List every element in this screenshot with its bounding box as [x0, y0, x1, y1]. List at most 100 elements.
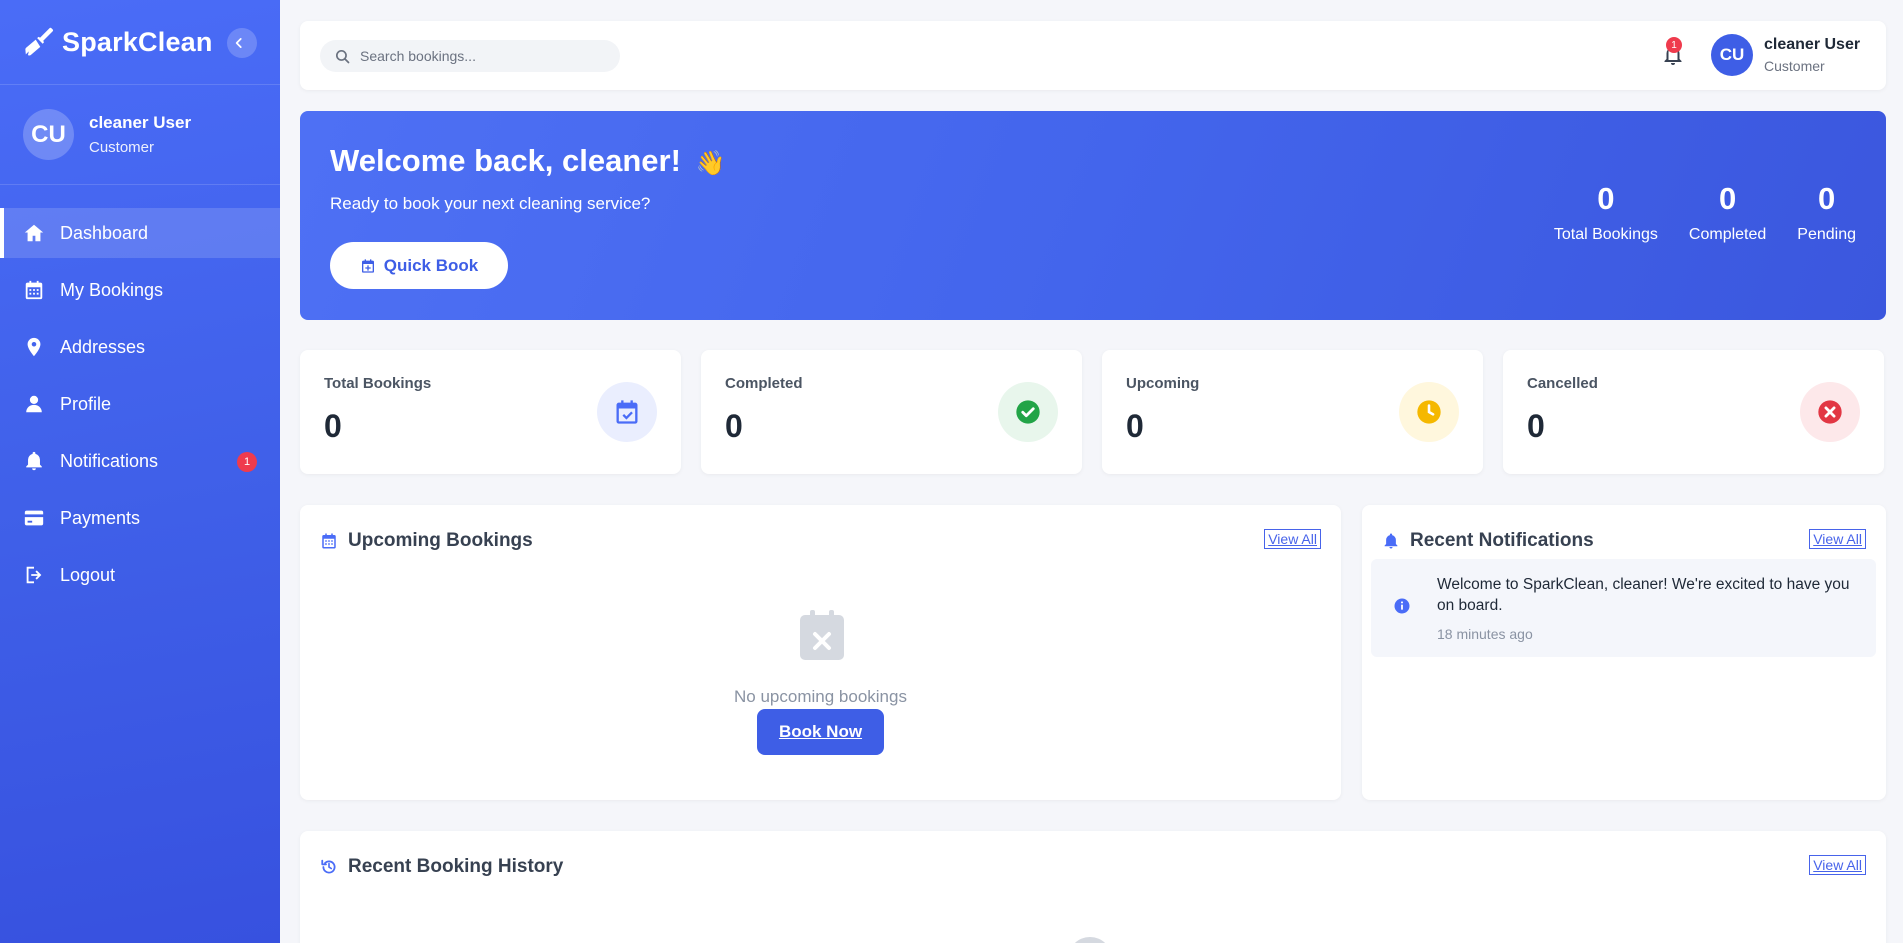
sidebar-item-label: Notifications: [60, 450, 159, 471]
view-all-history-button[interactable]: View All: [1809, 855, 1866, 875]
stat-card-value: 0: [324, 408, 342, 444]
sidebar-item-my-bookings[interactable]: My Bookings: [0, 265, 280, 315]
hero-stat-label: Completed: [1688, 226, 1767, 243]
info-icon: [1394, 598, 1410, 614]
chevron-left-icon: [235, 38, 242, 48]
brand: SparkClean: [0, 0, 280, 85]
empty-state-text: No upcoming bookings: [734, 687, 907, 706]
calendar-x-icon: [800, 610, 844, 660]
welcome-title: Welcome back, cleaner! 👋: [330, 143, 725, 179]
panel-title: Upcoming Bookings: [320, 530, 533, 552]
stat-card-completed: Completed 0: [701, 350, 1082, 474]
sidebar-nav: Dashboard My Bookings Addresses Profile …: [0, 208, 280, 600]
sidebar-item-dashboard[interactable]: Dashboard: [0, 208, 280, 258]
panel-title: Recent Booking History: [320, 856, 563, 878]
broom-icon: [25, 27, 54, 56]
history-icon: [321, 859, 336, 874]
sidebar: SparkClean CU cleaner User Customer Dash…: [0, 0, 280, 943]
avatar: CU: [1711, 34, 1753, 76]
welcome-banner: Welcome back, cleaner! 👋 Ready to book y…: [300, 111, 1886, 320]
sidebar-item-addresses[interactable]: Addresses: [0, 322, 280, 372]
stat-card-value: 0: [725, 408, 743, 444]
sidebar-item-notifications[interactable]: Notifications 1: [0, 436, 280, 486]
logout-icon: [26, 566, 42, 584]
panel-title: Recent Notifications: [1382, 530, 1594, 552]
stat-card-label: Upcoming: [1126, 375, 1200, 392]
stat-cards: Total Bookings 0 Completed 0 Upcoming 0 …: [300, 350, 1886, 474]
clock-icon: [1399, 382, 1459, 442]
calendar-plus-icon: [361, 258, 374, 273]
home-icon: [24, 224, 44, 242]
search-icon: [335, 49, 350, 63]
sidebar-item-label: My Bookings: [60, 279, 164, 300]
sidebar-user-role: Customer: [89, 139, 155, 156]
user-menu[interactable]: CU cleaner User Customer: [1711, 34, 1860, 76]
top-bar: 1 CU cleaner User Customer: [300, 21, 1886, 90]
sidebar-item-profile[interactable]: Profile: [0, 379, 280, 429]
quick-book-button[interactable]: Quick Book: [330, 242, 508, 289]
panel-title-text: Upcoming Bookings: [348, 530, 533, 551]
bell-icon: [26, 451, 42, 471]
hero-stat-value: 0: [1597, 181, 1615, 216]
collapse-sidebar-button[interactable]: [227, 28, 257, 58]
user-icon: [26, 395, 42, 413]
sidebar-item-payments[interactable]: Payments: [0, 493, 280, 543]
sidebar-user-name: cleaner User: [89, 113, 192, 132]
notification-text: Welcome to SparkClean, cleaner! We're ex…: [1437, 576, 1850, 614]
stat-card-label: Total Bookings: [324, 375, 432, 392]
search-box: [320, 40, 620, 72]
welcome-subtitle: Ready to book your next cleaning service…: [330, 194, 651, 213]
panel-title-text: Recent Booking History: [348, 856, 564, 877]
avatar: CU: [23, 109, 74, 160]
hero-stat-pending: 0 Pending: [1797, 181, 1856, 244]
stat-card-value: 0: [1527, 408, 1545, 444]
map-pin-icon: [27, 337, 41, 357]
stat-card-upcoming: Upcoming 0: [1102, 350, 1483, 474]
calendar-check-icon: [597, 382, 657, 442]
sidebar-item-label: Addresses: [60, 336, 146, 357]
recent-booking-history-panel: Recent Booking History View All: [300, 831, 1886, 943]
notification-time: 18 minutes ago: [1437, 626, 1533, 642]
book-now-button[interactable]: Book Now: [757, 709, 884, 755]
welcome-title-text: Welcome back, cleaner!: [330, 143, 681, 178]
bell-icon: [1384, 533, 1398, 549]
brand-name: SparkClean: [62, 26, 213, 57]
upcoming-bookings-panel: Upcoming Bookings View All No upcoming b…: [300, 505, 1341, 800]
hero-stat-label: Total Bookings: [1553, 226, 1658, 243]
user-name: cleaner User: [1764, 36, 1861, 53]
panel-title-text: Recent Notifications: [1410, 530, 1594, 551]
sidebar-item-label: Profile: [60, 393, 112, 414]
sidebar-item-label: Logout: [60, 564, 116, 585]
notification-badge: 1: [237, 452, 257, 472]
stat-card-value: 0: [1126, 408, 1144, 444]
notification-item[interactable]: Welcome to SparkClean, cleaner! We're ex…: [1371, 559, 1876, 657]
sidebar-user: CU cleaner User Customer: [0, 85, 280, 185]
hero-stat-label: Pending: [1797, 226, 1856, 243]
hero-stat-total: 0 Total Bookings: [1554, 181, 1658, 244]
stat-card-total-bookings: Total Bookings 0: [300, 350, 681, 474]
hero-stat-value: 0: [1718, 181, 1737, 216]
hero-stats: 0 Total Bookings 0 Completed 0 Pending: [1554, 181, 1856, 244]
x-circle-icon: [1800, 382, 1860, 442]
quick-book-label: Quick Book: [383, 255, 479, 275]
stat-card-label: Completed: [725, 375, 803, 392]
notification-badge: 1: [1666, 37, 1682, 53]
credit-card-icon: [24, 510, 44, 526]
recent-notifications-panel: Recent Notifications View All Welcome to…: [1362, 505, 1886, 800]
sidebar-item-label: Payments: [60, 507, 141, 528]
user-role: Customer: [1764, 58, 1825, 74]
hero-stat-value: 0: [1818, 181, 1836, 216]
empty-history-icon: [1074, 937, 1106, 943]
stat-card-label: Cancelled: [1527, 375, 1598, 392]
wave-icon: 👋: [695, 150, 726, 177]
search-input[interactable]: [360, 48, 600, 64]
hero-stat-completed: 0 Completed: [1689, 181, 1766, 244]
calendar-icon: [25, 280, 43, 300]
stat-card-cancelled: Cancelled 0: [1503, 350, 1884, 474]
calendar-icon: [322, 533, 336, 549]
view-all-notifications-button[interactable]: View All: [1809, 529, 1866, 549]
check-circle-icon: [998, 382, 1058, 442]
sidebar-item-label: Dashboard: [60, 222, 149, 243]
view-all-upcoming-button[interactable]: View All: [1264, 529, 1321, 549]
sidebar-item-logout[interactable]: Logout: [0, 550, 280, 600]
